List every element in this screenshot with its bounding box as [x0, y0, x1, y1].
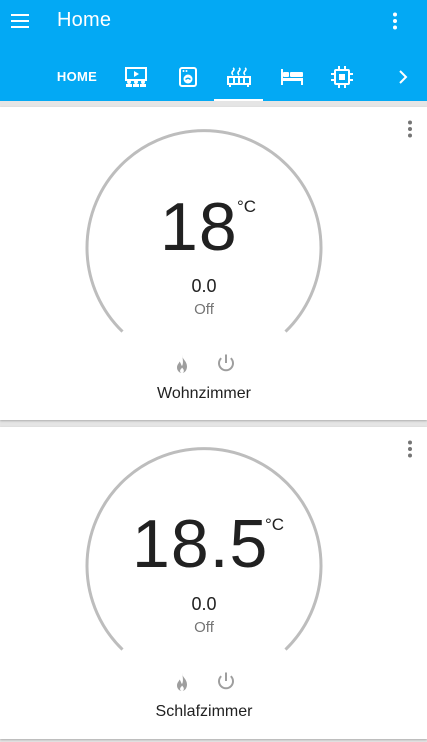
- thermostat-name: Schlafzimmer: [155, 703, 253, 720]
- current-temperature: 0.0: [191, 276, 217, 296]
- hvac-mode: Off: [194, 619, 214, 636]
- power-off-button[interactable]: [213, 350, 239, 376]
- tab-laundry[interactable]: [170, 52, 206, 101]
- power-icon: [218, 354, 234, 372]
- page-title: Home: [57, 9, 112, 31]
- home-theater-icon: [125, 66, 147, 87]
- current-temperature: 0.0: [191, 594, 217, 614]
- washing-machine-icon: [179, 66, 197, 87]
- heat-mode-button[interactable]: [169, 669, 195, 695]
- chip-icon: [331, 65, 353, 88]
- chevron-right-icon: [399, 69, 408, 84]
- view-tabs: HOME: [0, 52, 427, 101]
- target-temperature: 18.5: [132, 506, 269, 582]
- more-vertical-icon: [393, 12, 397, 30]
- heat-mode-button[interactable]: [169, 351, 195, 377]
- tabs-scroll-right-button[interactable]: [387, 52, 419, 101]
- bed-icon: [281, 68, 303, 85]
- tab-bedroom[interactable]: [272, 52, 312, 101]
- thermostat-card: 18.5 °C 0.0 Off Schlafzimmer: [0, 427, 427, 739]
- more-options-button[interactable]: [375, 1, 415, 41]
- tab-media[interactable]: [118, 52, 154, 101]
- tab-home[interactable]: HOME: [50, 52, 104, 101]
- target-temperature: 18: [160, 189, 238, 265]
- thermostat-name: Wohnzimmer: [157, 385, 251, 402]
- thermostat-card: 18 °C 0.0 Off Wohnzimmer: [0, 107, 427, 420]
- hvac-mode: Off: [194, 301, 214, 318]
- app-header: Home HOME: [0, 0, 427, 101]
- menu-button[interactable]: [0, 1, 40, 41]
- flame-icon: [177, 355, 187, 373]
- temperature-unit: °C: [265, 515, 285, 534]
- power-off-button[interactable]: [213, 668, 239, 694]
- power-icon: [218, 672, 234, 690]
- hamburger-menu-icon: [11, 14, 29, 28]
- radiator-icon: [226, 66, 251, 87]
- flame-icon: [177, 673, 187, 691]
- tab-devices[interactable]: [322, 52, 362, 101]
- temperature-unit: °C: [237, 197, 257, 216]
- tab-heating[interactable]: [214, 52, 263, 101]
